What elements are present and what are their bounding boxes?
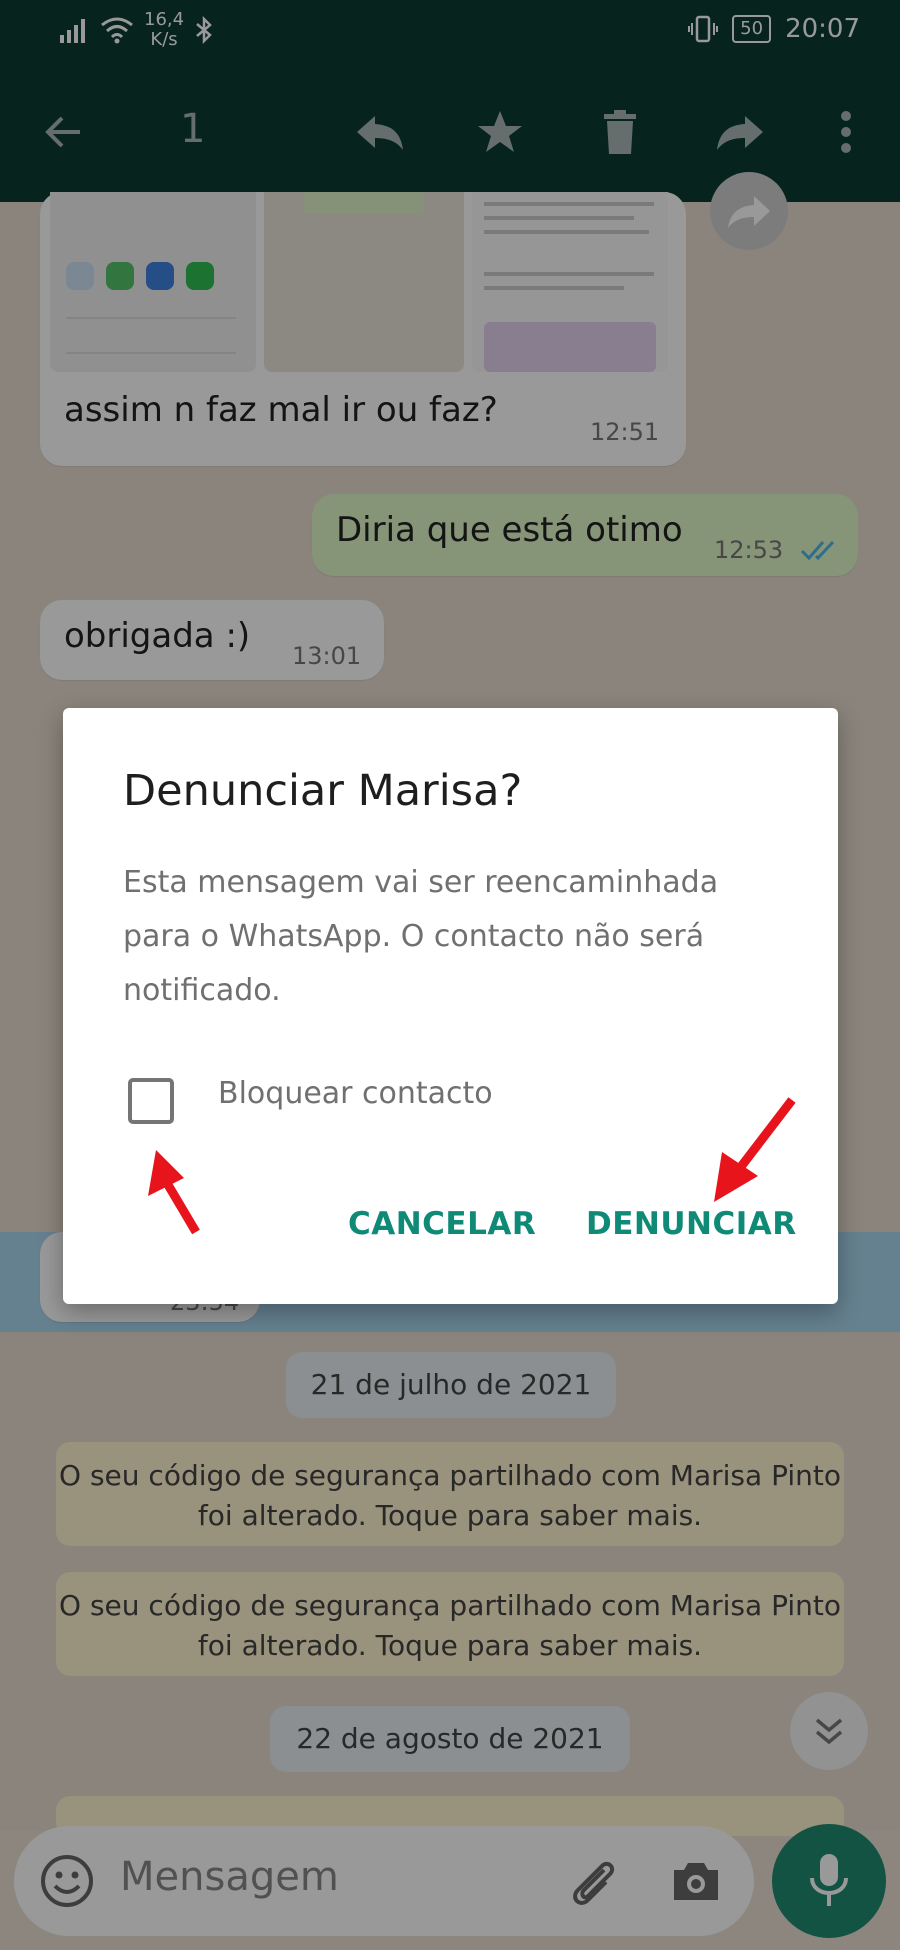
annotation-arrow-icon bbox=[148, 1150, 200, 1235]
block-contact-checkbox[interactable] bbox=[128, 1078, 174, 1124]
cancel-button[interactable]: CANCELAR bbox=[348, 1206, 536, 1242]
annotation-arrow-icon bbox=[714, 1097, 796, 1202]
block-contact-label[interactable]: Bloquear contacto bbox=[218, 1076, 493, 1111]
dialog-message: Esta mensagem vai ser reencaminhada para… bbox=[123, 865, 719, 1008]
dialog-title: Denunciar Marisa? bbox=[123, 766, 523, 816]
